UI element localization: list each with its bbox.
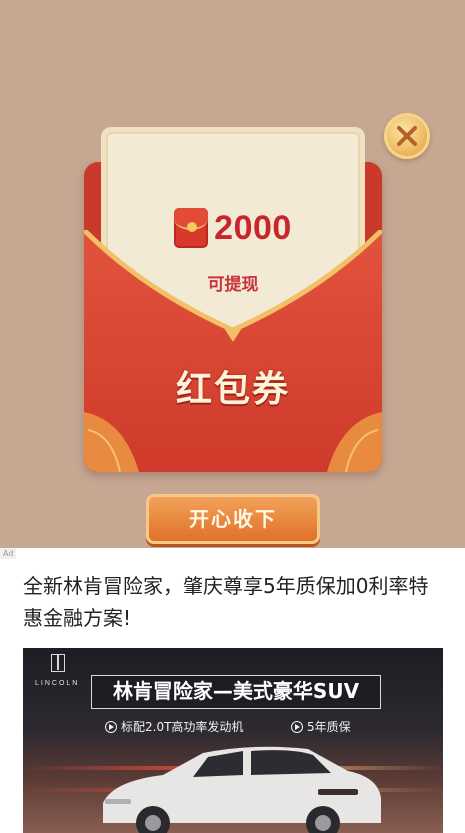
feature-engine-text: 标配2.0T高功率发动机 xyxy=(121,720,244,734)
close-x-icon xyxy=(397,126,417,146)
coupon-title: 红包券 xyxy=(175,369,290,410)
reward-modal-overlay: 2000 可提现 红包券 开心收下 xyxy=(0,0,465,548)
ad-headline[interactable]: 全新林肯冒险家，肇庆尊享5年质保加0利率特惠金融方案! xyxy=(23,570,447,634)
play-circle-icon xyxy=(291,720,303,733)
close-button[interactable] xyxy=(384,113,430,159)
ad-banner-image[interactable]: LINCOLN 林肯冒险家—美式豪华SUV 标配2.0T高功率发动机 5年质保 xyxy=(23,648,443,833)
suv-car-image xyxy=(103,746,381,833)
lincoln-logo-icon xyxy=(51,654,65,672)
feature-warranty-text: 5年质保 xyxy=(307,720,351,734)
ad-banner-title: 林肯冒险家—美式豪华SUV xyxy=(91,675,381,709)
feature-engine: 标配2.0T高功率发动机 xyxy=(105,718,243,735)
accept-button[interactable]: 开心收下 xyxy=(146,494,320,544)
red-envelope-front xyxy=(84,230,382,472)
play-circle-icon xyxy=(105,720,117,733)
feature-warranty: 5年质保 xyxy=(291,718,351,735)
ad-badge: Ad xyxy=(0,548,17,559)
brand-name: LINCOLN xyxy=(35,680,80,687)
ad-section[interactable]: Ad 全新林肯冒险家，肇庆尊享5年质保加0利率特惠金融方案! LINCOLN 林… xyxy=(0,548,465,833)
